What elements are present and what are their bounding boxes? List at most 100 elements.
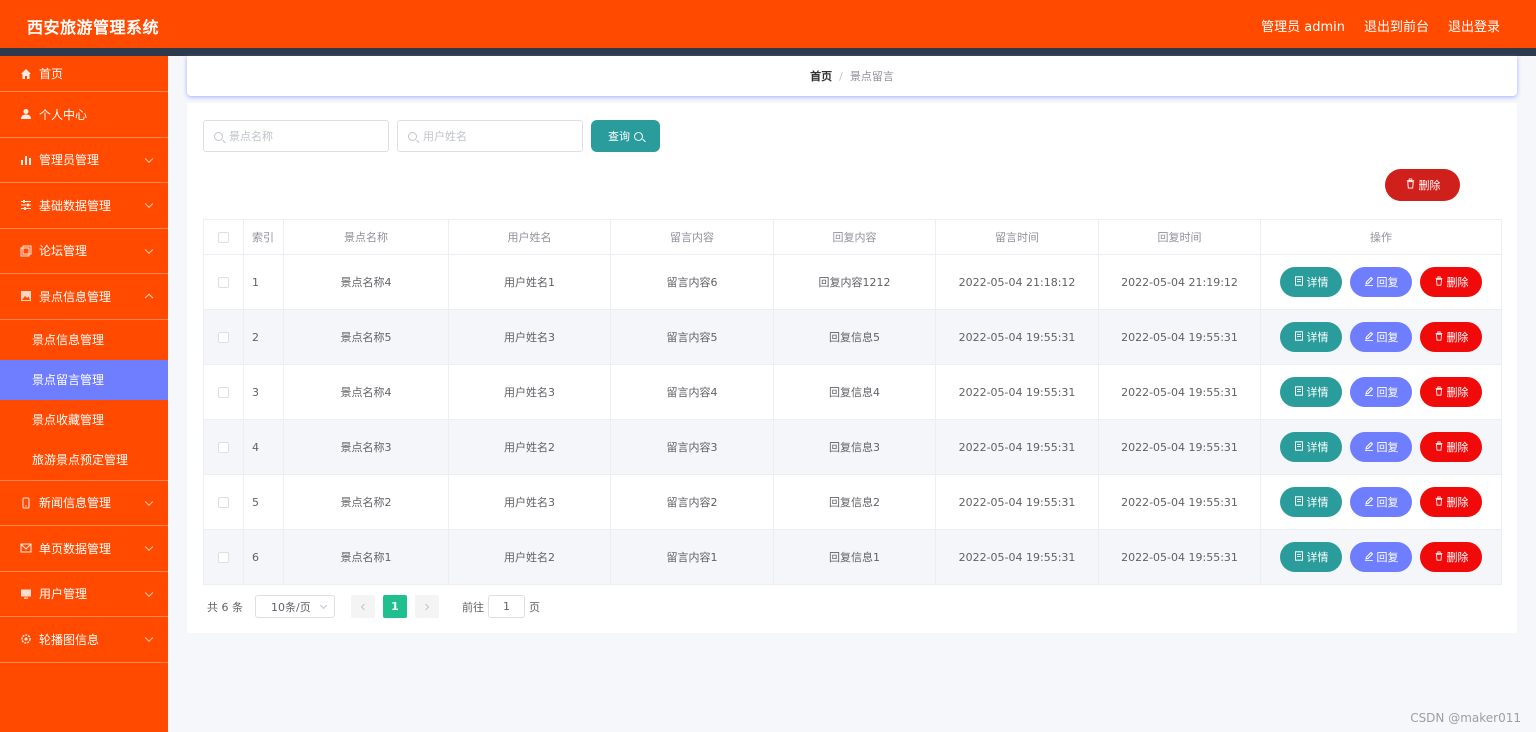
spot-name-input[interactable] (229, 129, 379, 143)
sidebar-item-spot-info[interactable]: 景点信息管理 (0, 274, 168, 320)
sidebar-item-base-data[interactable]: 基础数据管理 (0, 183, 168, 229)
document-icon (1294, 385, 1304, 399)
message-cell: 留言内容4 (610, 364, 774, 420)
goto-page-input[interactable] (488, 595, 525, 618)
exit-to-front-link[interactable]: 退出到前台 (1364, 16, 1429, 35)
delete-button-label: 删除 (1446, 276, 1469, 289)
sidebar-subitem-spot-booking[interactable]: 旅游景点预定管理 (0, 440, 168, 480)
message-cell: 留言内容3 (610, 419, 774, 475)
delete-button[interactable]: 删除 (1420, 542, 1482, 572)
delete-button[interactable]: 删除 (1420, 377, 1482, 407)
sidebar-item-label: 用户管理 (39, 587, 88, 602)
top-divider (0, 48, 1536, 56)
chevron-down-icon (144, 154, 154, 163)
document-icon (1294, 495, 1304, 509)
page-number-button[interactable]: 1 (383, 595, 407, 618)
sidebar-item-users[interactable]: 用户管理 (0, 572, 168, 617)
user-name-cell: 用户姓名3 (448, 364, 611, 420)
detail-button[interactable]: 详情 (1280, 432, 1342, 462)
search-icon (214, 131, 223, 141)
row-checkbox[interactable] (218, 442, 229, 453)
row-checkbox[interactable] (218, 497, 229, 508)
trash-icon (1405, 178, 1416, 192)
trash-icon (1434, 331, 1444, 344)
goto-prefix: 前往 (462, 600, 484, 614)
reply-button[interactable]: 回复 (1350, 487, 1412, 517)
row-checkbox[interactable] (218, 277, 229, 288)
sidebar-item-profile[interactable]: 个人中心 (0, 92, 168, 138)
next-page-button[interactable] (415, 595, 439, 618)
pagination: 共 6 条 10条/页 1 前往 页 (207, 595, 540, 618)
sidebar-item-label: 个人中心 (39, 107, 88, 122)
detail-button[interactable]: 详情 (1280, 377, 1342, 407)
top-bar: 西安旅游管理系统 管理员 admin 退出到前台 退出登录 (0, 0, 1536, 48)
row-index: 3 (243, 364, 284, 420)
watermark: CSDN @maker011 (1410, 711, 1521, 725)
sidebar-item-admin-manage[interactable]: 管理员管理 (0, 138, 168, 183)
reply-button[interactable]: 回复 (1350, 432, 1412, 462)
reply-button-label: 回复 (1376, 496, 1399, 509)
picture-icon (19, 290, 32, 303)
prev-page-button[interactable] (351, 595, 375, 618)
row-index: 1 (243, 254, 284, 310)
query-button[interactable]: 查询 (591, 120, 660, 152)
actions-cell: 详情 回复 删除 (1260, 529, 1502, 585)
bulk-delete-button[interactable]: 删除 (1385, 169, 1460, 201)
chevron-down-icon (319, 601, 328, 610)
detail-button-label: 详情 (1306, 551, 1329, 564)
delete-button[interactable]: 删除 (1420, 432, 1482, 462)
row-checkbox[interactable] (218, 332, 229, 343)
chevron-down-icon (144, 542, 154, 552)
sidebar-subitem-spot-message[interactable]: 景点留言管理 (0, 359, 168, 400)
reply-button[interactable]: 回复 (1350, 267, 1412, 297)
detail-button[interactable]: 详情 (1280, 267, 1342, 297)
spot-name-cell: 景点名称1 (283, 529, 449, 585)
select-all-checkbox[interactable] (218, 232, 229, 243)
document-icon (1294, 275, 1304, 289)
row-index: 4 (243, 419, 284, 475)
delete-button-label: 删除 (1446, 386, 1469, 399)
detail-button[interactable]: 详情 (1280, 487, 1342, 517)
user-name-input[interactable] (423, 129, 573, 143)
reply-button[interactable]: 回复 (1350, 542, 1412, 572)
sidebar-item-news[interactable]: 新闻信息管理 (0, 481, 168, 526)
message-time-cell: 2022-05-04 19:55:31 (935, 529, 1099, 585)
reply-time-cell: 2022-05-04 19:55:31 (1098, 309, 1261, 365)
row-select-cell (203, 419, 244, 475)
reply-time-cell: 2022-05-04 19:55:31 (1098, 364, 1261, 420)
sidebar-item-label: 轮播图信息 (39, 632, 100, 647)
reply-time-cell: 2022-05-04 19:55:31 (1098, 419, 1261, 475)
sidebar-item-single-page[interactable]: 单页数据管理 (0, 526, 168, 572)
message-time-cell: 2022-05-04 19:55:31 (935, 309, 1099, 365)
detail-button-label: 详情 (1306, 331, 1329, 344)
message-cell: 留言内容1 (610, 529, 774, 585)
breadcrumb-home[interactable]: 首页 (810, 68, 832, 84)
detail-button[interactable]: 详情 (1280, 322, 1342, 352)
column-header: 索引 (243, 219, 284, 255)
delete-button[interactable]: 删除 (1420, 322, 1482, 352)
trash-icon (1434, 551, 1444, 564)
user-name-search[interactable] (397, 120, 583, 152)
page-size-select[interactable]: 10条/页 (255, 595, 335, 618)
row-checkbox[interactable] (218, 387, 229, 398)
row-checkbox[interactable] (218, 552, 229, 563)
sidebar-subitem-spot-info[interactable]: 景点信息管理 (0, 320, 168, 360)
sidebar-item-forum[interactable]: 论坛管理 (0, 229, 168, 274)
sidebar-subitem-spot-favorite[interactable]: 景点收藏管理 (0, 400, 168, 440)
delete-button[interactable]: 删除 (1420, 487, 1482, 517)
delete-button[interactable]: 删除 (1420, 267, 1482, 297)
reply-button-label: 回复 (1376, 331, 1399, 344)
sidebar-item-carousel[interactable]: 轮播图信息 (0, 617, 168, 663)
detail-button[interactable]: 详情 (1280, 542, 1342, 572)
search-icon (634, 131, 643, 141)
admin-label: 管理员 admin (1261, 20, 1345, 35)
reply-button[interactable]: 回复 (1350, 322, 1412, 352)
table-row: 3 景点名称4 用户姓名3 留言内容4 回复信息4 2022-05-04 19:55:31… (203, 364, 1502, 420)
table-row: 4 景点名称3 用户姓名2 留言内容3 回复信息3 2022-05-04 19:55:31… (203, 419, 1502, 475)
sidebar-item-home[interactable]: 首页 (0, 56, 168, 92)
reply-button[interactable]: 回复 (1350, 377, 1412, 407)
goto-suffix: 页 (529, 600, 540, 614)
logout-link[interactable]: 退出登录 (1448, 16, 1500, 35)
spot-name-search[interactable] (203, 120, 389, 152)
actions-cell: 详情 回复 删除 (1260, 309, 1502, 365)
